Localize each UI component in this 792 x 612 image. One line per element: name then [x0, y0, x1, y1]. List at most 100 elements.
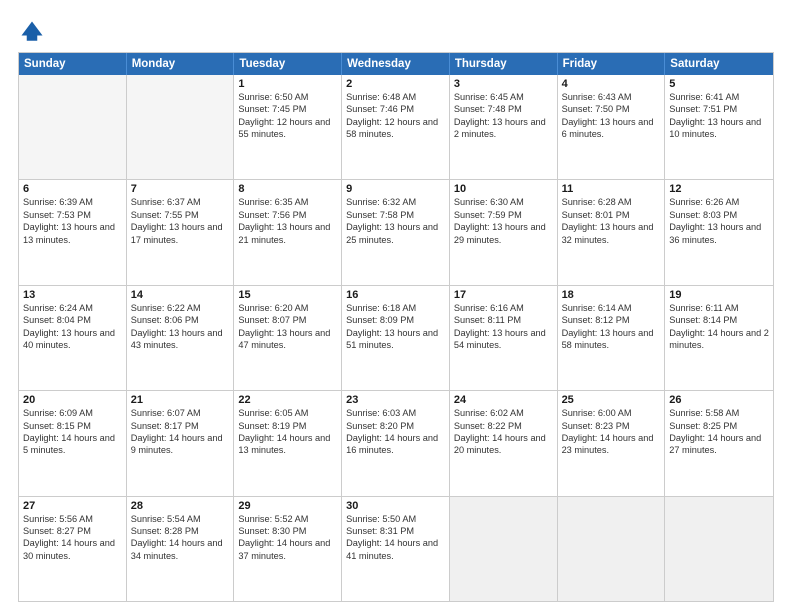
day-number: 17 [454, 289, 553, 301]
calendar-cell-empty-w0c1 [127, 75, 235, 179]
sunrise-text: Sunrise: 6:26 AM [669, 196, 769, 208]
calendar-body: 1Sunrise: 6:50 AMSunset: 7:45 PMDaylight… [19, 75, 773, 601]
day-number: 21 [131, 394, 230, 406]
daylight-text: Daylight: 14 hours and 34 minutes. [131, 537, 230, 562]
daylight-text: Daylight: 13 hours and 32 minutes. [562, 221, 661, 246]
calendar-cell-23: 23Sunrise: 6:03 AMSunset: 8:20 PMDayligh… [342, 391, 450, 495]
calendar-row-4: 20Sunrise: 6:09 AMSunset: 8:15 PM Dayligh… [19, 391, 773, 496]
day-number: 12 [669, 183, 769, 195]
calendar-cell-20: 20Sunrise: 6:09 AMSunset: 8:15 PMDayligh… [19, 391, 127, 495]
calendar-cell-28: 28Sunrise: 5:54 AMSunset: 8:28 PMDayligh… [127, 497, 235, 601]
day-number: 20 [23, 394, 122, 406]
sunset-text: Sunset: 7:55 PM [131, 209, 230, 221]
calendar-row-5: 27Sunrise: 5:56 AMSunset: 8:27 PMDayligh… [19, 497, 773, 601]
daylight-text: Daylight: 12 hours and 55 minutes. [238, 116, 337, 141]
sunrise-text: Sunrise: 6:16 AM [454, 302, 553, 314]
daylight-text: Daylight: 13 hours and 36 minutes. [669, 221, 769, 246]
sunset-text: Sunset: 7:56 PM [238, 209, 337, 221]
calendar-cell-16: 16Sunrise: 6:18 AMSunset: 8:09 PMDayligh… [342, 286, 450, 390]
daylight-text: Daylight: 14 hours and 30 minutes. [23, 537, 122, 562]
daylight-text: Daylight: 13 hours and 58 minutes. [562, 327, 661, 352]
sunset-text: Sunset: 8:12 PM [562, 314, 661, 326]
sunrise-text: Sunrise: 6:24 AM [23, 302, 122, 314]
day-number: 24 [454, 394, 553, 406]
calendar-cell-12: 12Sunrise: 6:26 AMSunset: 8:03 PMDayligh… [665, 180, 773, 284]
sunrise-text: Sunrise: 5:52 AM [238, 513, 337, 525]
sunset-text: Sunset: 8:04 PM [23, 314, 122, 326]
sunrise-text: Sunrise: 6:28 AM [562, 196, 661, 208]
sunset-text: Sunset: 8:31 PM [346, 525, 445, 537]
daylight-text: Daylight: 14 hours and 2 minutes. [669, 327, 769, 352]
sunset-text: Sunset: 8:25 PM [669, 420, 769, 432]
header [18, 18, 774, 46]
daylight-text: Daylight: 13 hours and 21 minutes. [238, 221, 337, 246]
weekday-header-friday: Friday [558, 53, 666, 75]
day-number: 23 [346, 394, 445, 406]
weekday-header-sunday: Sunday [19, 53, 127, 75]
sunset-text: Sunset: 7:50 PM [562, 103, 661, 115]
weekday-header-saturday: Saturday [665, 53, 773, 75]
calendar-cell-19: 19Sunrise: 6:11 AMSunset: 8:14 PMDayligh… [665, 286, 773, 390]
calendar-cell-10: 10Sunrise: 6:30 AMSunset: 7:59 PMDayligh… [450, 180, 558, 284]
sunrise-text: Sunrise: 6:20 AM [238, 302, 337, 314]
sunset-text: Sunset: 7:46 PM [346, 103, 445, 115]
calendar-cell-15: 15Sunrise: 6:20 AMSunset: 8:07 PMDayligh… [234, 286, 342, 390]
sunrise-text: Sunrise: 6:07 AM [131, 407, 230, 419]
day-number: 2 [346, 78, 445, 90]
sunset-text: Sunset: 8:15 PM [23, 420, 122, 432]
sunrise-text: Sunrise: 6:14 AM [562, 302, 661, 314]
calendar-cell-14: 14Sunrise: 6:22 AMSunset: 8:06 PMDayligh… [127, 286, 235, 390]
sunrise-text: Sunrise: 6:02 AM [454, 407, 553, 419]
sunrise-text: Sunrise: 6:50 AM [238, 91, 337, 103]
logo [18, 18, 50, 46]
sunset-text: Sunset: 8:03 PM [669, 209, 769, 221]
day-number: 18 [562, 289, 661, 301]
calendar-cell-2: 2Sunrise: 6:48 AMSunset: 7:46 PMDaylight… [342, 75, 450, 179]
daylight-text: Daylight: 14 hours and 9 minutes. [131, 432, 230, 457]
daylight-text: Daylight: 14 hours and 41 minutes. [346, 537, 445, 562]
sunrise-text: Sunrise: 6:18 AM [346, 302, 445, 314]
calendar-cell-30: 30Sunrise: 5:50 AMSunset: 8:31 PMDayligh… [342, 497, 450, 601]
calendar-row-1: 1Sunrise: 6:50 AMSunset: 7:45 PMDaylight… [19, 75, 773, 180]
day-number: 4 [562, 78, 661, 90]
daylight-text: Daylight: 12 hours and 58 minutes. [346, 116, 445, 141]
calendar-cell-4: 4Sunrise: 6:43 AMSunset: 7:50 PMDaylight… [558, 75, 666, 179]
calendar-cell-3: 3Sunrise: 6:45 AMSunset: 7:48 PMDaylight… [450, 75, 558, 179]
sunset-text: Sunset: 7:58 PM [346, 209, 445, 221]
sunrise-text: Sunrise: 6:43 AM [562, 91, 661, 103]
daylight-text: Daylight: 13 hours and 54 minutes. [454, 327, 553, 352]
day-number: 27 [23, 500, 122, 512]
calendar-cell-6: 6Sunrise: 6:39 AMSunset: 7:53 PMDaylight… [19, 180, 127, 284]
calendar-cell-17: 17Sunrise: 6:16 AMSunset: 8:11 PMDayligh… [450, 286, 558, 390]
calendar-cell-9: 9Sunrise: 6:32 AMSunset: 7:58 PMDaylight… [342, 180, 450, 284]
sunset-text: Sunset: 7:45 PM [238, 103, 337, 115]
sunrise-text: Sunrise: 6:41 AM [669, 91, 769, 103]
sunset-text: Sunset: 8:23 PM [562, 420, 661, 432]
sunset-text: Sunset: 8:01 PM [562, 209, 661, 221]
daylight-text: Daylight: 13 hours and 29 minutes. [454, 221, 553, 246]
weekday-header-tuesday: Tuesday [234, 53, 342, 75]
sunset-text: Sunset: 7:48 PM [454, 103, 553, 115]
day-number: 22 [238, 394, 337, 406]
calendar-cell-11: 11Sunrise: 6:28 AMSunset: 8:01 PMDayligh… [558, 180, 666, 284]
day-number: 19 [669, 289, 769, 301]
day-number: 28 [131, 500, 230, 512]
sunset-text: Sunset: 8:14 PM [669, 314, 769, 326]
sunset-text: Sunset: 8:09 PM [346, 314, 445, 326]
calendar-cell-empty-w4c4 [450, 497, 558, 601]
sunrise-text: Sunrise: 6:39 AM [23, 196, 122, 208]
calendar-cell-empty-w4c6 [665, 497, 773, 601]
calendar-cell-26: 26Sunrise: 5:58 AMSunset: 8:25 PMDayligh… [665, 391, 773, 495]
sunrise-text: Sunrise: 6:35 AM [238, 196, 337, 208]
day-number: 1 [238, 78, 337, 90]
sunset-text: Sunset: 8:20 PM [346, 420, 445, 432]
sunrise-text: Sunrise: 6:09 AM [23, 407, 122, 419]
calendar-cell-5: 5Sunrise: 6:41 AMSunset: 7:51 PMDaylight… [665, 75, 773, 179]
day-number: 3 [454, 78, 553, 90]
sunset-text: Sunset: 8:17 PM [131, 420, 230, 432]
calendar-cell-27: 27Sunrise: 5:56 AMSunset: 8:27 PMDayligh… [19, 497, 127, 601]
sunrise-text: Sunrise: 6:05 AM [238, 407, 337, 419]
calendar-cell-25: 25Sunrise: 6:00 AMSunset: 8:23 PMDayligh… [558, 391, 666, 495]
calendar-cell-29: 29Sunrise: 5:52 AMSunset: 8:30 PMDayligh… [234, 497, 342, 601]
calendar-row-2: 6Sunrise: 6:39 AMSunset: 7:53 PMDaylight… [19, 180, 773, 285]
